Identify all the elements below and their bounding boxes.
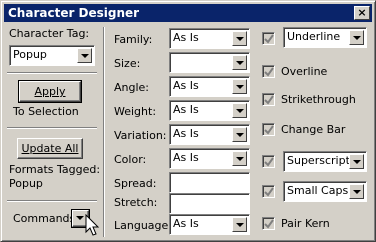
change-bar-label: Change Bar — [281, 123, 346, 136]
window-title: Character Designer — [8, 6, 140, 20]
superscript-value: Superscript — [287, 154, 350, 167]
chevron-down-icon[interactable] — [232, 151, 247, 166]
character-designer-window: Character Designer × Character Tag: Popu… — [0, 0, 376, 242]
chevron-down-icon[interactable] — [349, 154, 364, 169]
spread-input[interactable] — [169, 172, 250, 193]
family-value: As Is — [173, 31, 199, 44]
small-caps-combo[interactable]: Small Caps — [283, 181, 367, 202]
overline-label: Overline — [281, 65, 328, 78]
separator — [7, 72, 97, 74]
color-combo[interactable]: As Is — [169, 148, 250, 169]
char-tag-label: Character Tag: — [9, 27, 90, 40]
angle-value: As Is — [173, 79, 199, 92]
char-tag-value: Popup — [13, 48, 47, 61]
spread-label: Spread: — [114, 177, 157, 190]
superscript-checkbox[interactable] — [262, 155, 275, 168]
apply-button-label: Apply — [34, 85, 66, 98]
variation-value: As Is — [173, 127, 199, 140]
size-label: Size: — [114, 57, 141, 70]
family-label: Family: — [114, 33, 153, 46]
chevron-down-icon[interactable] — [349, 184, 364, 199]
title-bar: Character Designer × — [4, 4, 372, 22]
underline-combo[interactable]: Underline — [283, 27, 367, 48]
check-icon — [264, 187, 274, 197]
weight-label: Weight: — [114, 105, 157, 118]
check-icon — [264, 34, 274, 44]
check-icon — [264, 95, 274, 105]
check-icon — [264, 125, 274, 135]
chevron-down-icon[interactable] — [232, 217, 247, 232]
strikethrough-label: Strikethrough — [281, 93, 356, 106]
formats-tagged-label: Formats Tagged: — [9, 163, 101, 176]
color-value: As Is — [173, 151, 199, 164]
pair-kern-label: Pair Kern — [281, 217, 330, 230]
check-icon — [264, 157, 274, 167]
update-all-button-label: Update All — [21, 142, 79, 155]
separator — [103, 27, 105, 237]
close-button[interactable]: × — [354, 6, 370, 20]
mouse-pointer-icon — [85, 214, 100, 236]
chevron-down-icon[interactable] — [232, 79, 247, 94]
language-combo[interactable]: As Is — [169, 214, 250, 235]
check-icon — [264, 67, 274, 77]
stretch-input[interactable] — [169, 193, 250, 214]
strikethrough-checkbox[interactable] — [262, 93, 275, 106]
to-selection-label: To Selection — [13, 105, 79, 118]
chevron-down-icon[interactable] — [232, 127, 247, 142]
chevron-down-icon[interactable] — [232, 103, 247, 118]
pair-kern-checkbox[interactable] — [262, 217, 275, 230]
size-combo[interactable] — [169, 52, 250, 73]
weight-value: As Is — [173, 103, 199, 116]
small-caps-checkbox[interactable] — [262, 185, 275, 198]
family-combo[interactable]: As Is — [169, 28, 250, 49]
superscript-combo[interactable]: Superscript — [283, 151, 367, 172]
language-value: As Is — [173, 217, 199, 230]
formats-tagged-value: Popup — [9, 177, 43, 190]
check-icon — [264, 219, 274, 229]
weight-combo[interactable]: As Is — [169, 100, 250, 121]
commands-label: Commands: — [13, 212, 79, 225]
chevron-down-icon[interactable] — [77, 48, 92, 63]
angle-label: Angle: — [114, 81, 150, 94]
angle-combo[interactable]: As Is — [169, 76, 250, 97]
char-tag-combo[interactable]: Popup — [9, 45, 95, 66]
chevron-down-icon — [76, 216, 84, 220]
language-label: Language: — [114, 219, 172, 232]
update-all-button[interactable]: Update All — [17, 138, 83, 159]
overline-checkbox[interactable] — [262, 65, 275, 78]
separator — [7, 127, 97, 129]
variation-label: Variation: — [114, 129, 167, 142]
color-label: Color: — [114, 153, 147, 166]
variation-combo[interactable]: As Is — [169, 124, 250, 145]
underline-value: Underline — [287, 30, 341, 43]
stretch-label: Stretch: — [114, 196, 158, 209]
underline-checkbox[interactable] — [262, 32, 275, 45]
separator — [7, 200, 97, 202]
chevron-down-icon[interactable] — [232, 31, 247, 46]
apply-button[interactable]: Apply — [18, 80, 82, 103]
change-bar-checkbox[interactable] — [262, 123, 275, 136]
chevron-down-icon[interactable] — [232, 55, 247, 70]
small-caps-value: Small Caps — [287, 184, 349, 197]
chevron-down-icon[interactable] — [349, 30, 364, 45]
